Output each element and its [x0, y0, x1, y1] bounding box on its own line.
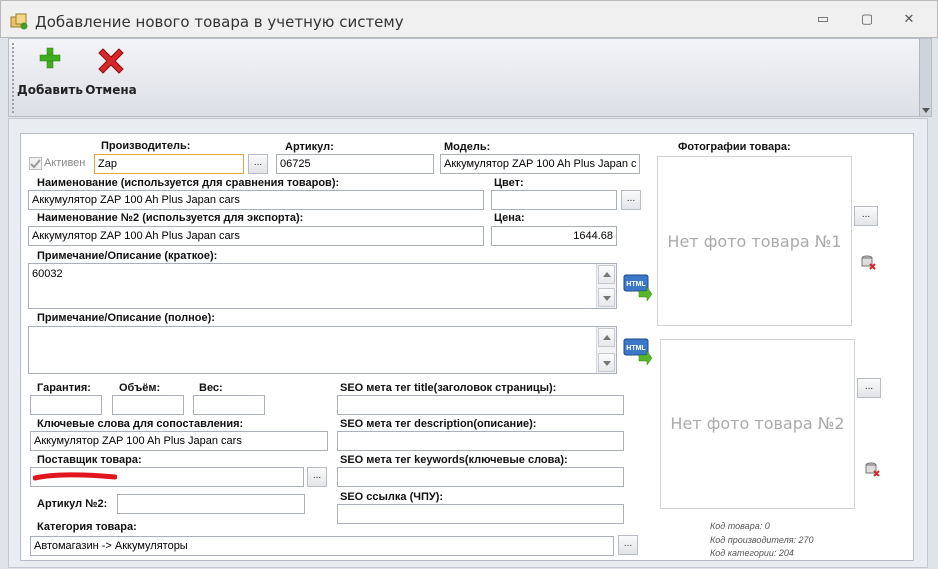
supplier-browse-button[interactable]: ... [307, 467, 327, 487]
color-input[interactable] [491, 190, 617, 210]
svg-text:HTML: HTML [626, 281, 646, 288]
note-short-text: 60032 [32, 268, 63, 280]
seo-keywords-input[interactable] [337, 467, 624, 487]
article-input[interactable] [276, 154, 434, 174]
article-label: Артикул: [285, 141, 334, 153]
active-checkbox[interactable] [29, 157, 42, 170]
supplier-input[interactable] [30, 467, 304, 487]
model-label: Модель: [444, 141, 491, 153]
name-input[interactable] [28, 190, 484, 210]
warranty-input[interactable] [30, 395, 102, 415]
delete-photo-2-icon[interactable] [864, 461, 880, 477]
window-title: Добавление нового товара в учетную систе… [35, 13, 404, 31]
note-full-label: Примечание/Описание (полное): [37, 312, 215, 324]
photo-2-placeholder: Нет фото товара №2 [670, 414, 845, 433]
photo-1-placeholder: Нет фото товара №1 [667, 232, 842, 251]
toolbar: Добавить Отмена [8, 38, 932, 117]
toolbar-overflow-button[interactable] [919, 39, 931, 116]
keywords-label: Ключевые слова для сопоставления: [37, 418, 244, 430]
active-label: Активен [44, 157, 86, 169]
red-x-icon [98, 48, 124, 74]
note-short-textarea[interactable]: 60032 [28, 263, 617, 309]
plus-icon [39, 47, 61, 69]
manufacturer-label: Производитель: [101, 140, 191, 152]
manufacturer-input[interactable] [94, 154, 244, 174]
photos-header: Фотографии товара: [678, 141, 791, 153]
scroll-down-button[interactable] [598, 353, 615, 372]
photo-2-browse-button[interactable]: ... [857, 378, 881, 398]
color-label: Цвет: [494, 177, 524, 189]
delete-photo-1-icon[interactable] [860, 254, 876, 270]
note-short-scrollbar[interactable] [596, 264, 616, 308]
title-bar: Добавление нового товара в учетную систе… [0, 0, 938, 38]
seo-title-label: SEO мета тег title(заголовок страницы): [340, 382, 557, 394]
checkmark-icon [30, 159, 41, 169]
close-button[interactable]: ✕ [899, 11, 919, 29]
article2-label: Артикул №2: [37, 498, 108, 510]
category-label: Категория товара: [37, 521, 137, 533]
supplier-label: Поставщик товара: [37, 454, 142, 466]
warranty-label: Гарантия: [37, 382, 91, 394]
photo-1-browse-button[interactable]: ... [854, 206, 878, 226]
weight-label: Вес: [199, 382, 223, 394]
seo-url-label: SEO ссылка (ЧПУ): [340, 491, 444, 503]
product-code-info: Код товара: 0 [710, 521, 770, 531]
cancel-button-label: Отмена [85, 83, 137, 97]
volume-input[interactable] [112, 395, 184, 415]
category-code-info: Код категории: 204 [710, 548, 794, 558]
manufacturer-code-info: Код производителя: 270 [710, 535, 814, 545]
price-input[interactable] [491, 226, 617, 246]
note-short-label: Примечание/Описание (краткое): [37, 250, 218, 262]
weight-input[interactable] [193, 395, 265, 415]
scroll-up-button[interactable] [598, 265, 615, 284]
redaction-mark [33, 472, 117, 481]
name2-input[interactable] [28, 226, 484, 246]
add-button[interactable]: Добавить [17, 45, 83, 99]
price-label: Цена: [494, 212, 525, 224]
cancel-button[interactable]: Отмена [78, 45, 144, 99]
scroll-up-button[interactable] [598, 328, 615, 347]
seo-description-label: SEO мета тег description(описание): [340, 418, 537, 430]
maximize-button[interactable]: ▢ [857, 11, 877, 29]
name2-label: Наименование №2 (используется для экспор… [37, 212, 304, 224]
photo-2-slot[interactable]: Нет фото товара №2 [660, 339, 855, 509]
seo-description-input[interactable] [337, 431, 624, 451]
html-editor-full-icon[interactable]: HTML [623, 337, 653, 365]
article2-input[interactable] [117, 494, 305, 514]
keywords-input[interactable] [30, 431, 328, 451]
color-browse-button[interactable]: ... [621, 190, 641, 210]
seo-url-input[interactable] [337, 504, 624, 524]
note-full-textarea[interactable] [28, 326, 617, 374]
toolbar-grip[interactable] [12, 43, 14, 113]
add-button-label: Добавить [17, 83, 83, 97]
html-editor-short-icon[interactable]: HTML [623, 273, 653, 301]
note-full-scrollbar[interactable] [596, 327, 616, 373]
photo-1-slot[interactable]: Нет фото товара №1 [657, 156, 852, 326]
app-icon [10, 13, 28, 30]
seo-keywords-label: SEO мета тег keywords(ключевые слова): [340, 454, 568, 466]
svg-text:HTML: HTML [626, 345, 646, 352]
manufacturer-browse-button[interactable]: ... [248, 154, 268, 174]
minimize-button[interactable]: ▭ [813, 11, 833, 29]
category-browse-button[interactable]: ... [618, 535, 638, 555]
model-input[interactable] [440, 154, 640, 174]
name-label: Наименование (используется для сравнения… [37, 177, 340, 189]
volume-label: Объём: [119, 382, 161, 394]
category-input[interactable] [30, 536, 614, 556]
seo-title-input[interactable] [337, 395, 624, 415]
scroll-down-button[interactable] [598, 288, 615, 307]
